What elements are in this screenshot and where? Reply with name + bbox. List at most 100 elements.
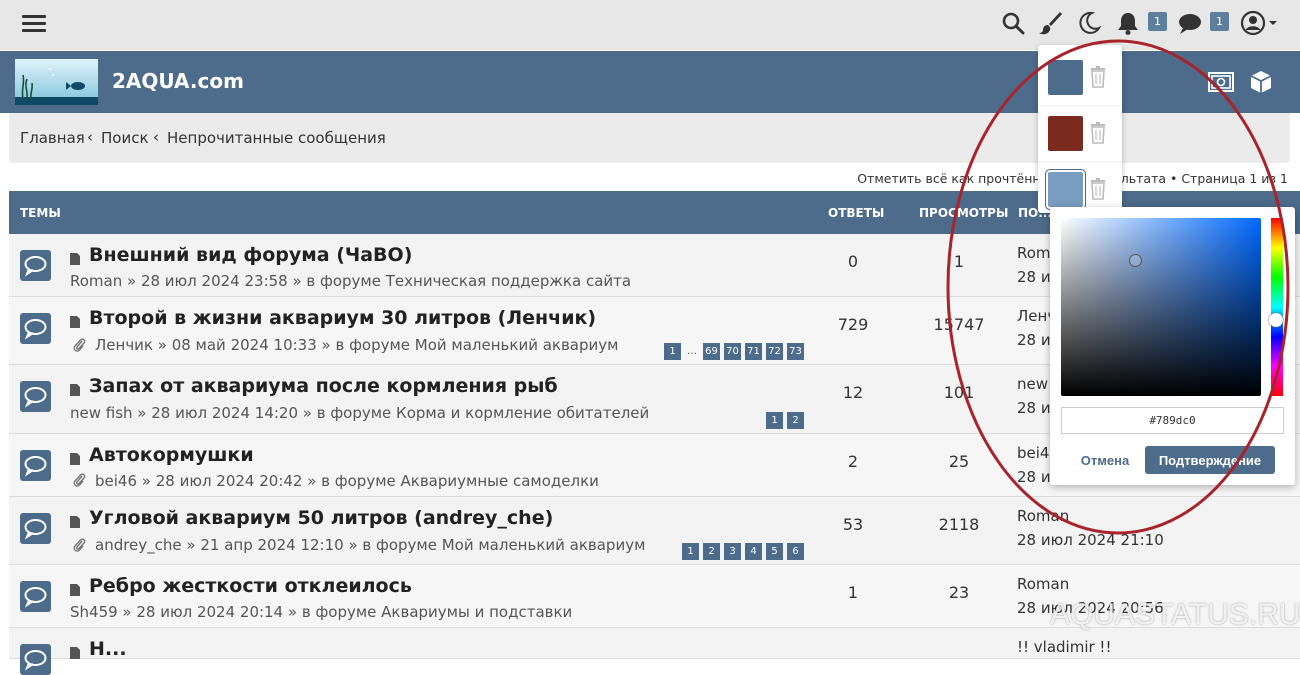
topic-meta[interactable]: Sh459 » 28 июл 2024 20:14 » в форуме Акв… <box>70 603 572 621</box>
header-views: ПРОСМОТРЫ <box>919 206 1009 220</box>
style-dropdown <box>1038 45 1122 213</box>
header-topics: ТЕМЫ <box>20 206 61 220</box>
header-replies: ОТВЕТЫ <box>828 206 885 220</box>
moon-icon[interactable] <box>1076 10 1102 36</box>
replies-count: 0 <box>847 252 859 271</box>
last-post-author[interactable]: Roman <box>1017 575 1069 593</box>
trash-icon[interactable] <box>1088 178 1108 200</box>
topic-title-link[interactable]: Запах от аквариума после кормления рыб <box>89 375 558 397</box>
document-icon <box>70 516 80 528</box>
document-icon <box>70 647 80 659</box>
topic-title-link[interactable]: Угловой аквариум 50 литров (andrey_che) <box>89 507 553 529</box>
replies-count: 1 <box>847 583 859 602</box>
page-link[interactable]: 69 <box>703 343 720 360</box>
site-title[interactable]: 2AQUA.com <box>112 69 244 93</box>
page-link[interactable]: 73 <box>787 343 804 360</box>
search-icon[interactable] <box>1000 10 1026 36</box>
cancel-button[interactable]: Отмена <box>1070 446 1140 474</box>
notifications-badge[interactable]: 1 <box>1148 12 1167 31</box>
page-link[interactable]: 1 <box>664 343 681 360</box>
topic-row: Угловой аквариум 50 литров (andrey_che)a… <box>9 497 1300 565</box>
page-link[interactable]: 3 <box>724 543 741 560</box>
topic-title-link[interactable]: Н... <box>89 638 127 660</box>
replies-count: 2 <box>847 452 859 471</box>
top-bar: 1 1 <box>0 0 1300 50</box>
last-post-author[interactable]: Roman <box>1017 507 1069 525</box>
breadcrumb-home[interactable]: Главная <box>20 129 85 147</box>
topic-meta[interactable]: Roman » 28 июл 2024 23:58 » в форуме Тех… <box>70 272 631 290</box>
topic-title-link[interactable]: Автокормушки <box>89 444 254 466</box>
document-icon <box>70 453 80 465</box>
forum-topic-icon[interactable] <box>20 381 51 412</box>
replies-count: 53 <box>842 515 864 534</box>
topic-title-link[interactable]: Второй в жизни аквариум 30 литров (Ленчи… <box>89 307 596 329</box>
gallery-icon[interactable] <box>1208 69 1234 95</box>
forum-topic-icon[interactable] <box>20 450 51 481</box>
site-logo[interactable] <box>15 59 98 105</box>
page-link[interactable]: 72 <box>766 343 783 360</box>
hue-handle[interactable] <box>1269 313 1283 327</box>
topic-meta[interactable]: Ленчик » 08 май 2024 10:33 » в форуме Мо… <box>95 336 618 354</box>
views-count: 23 <box>948 583 970 602</box>
bell-icon[interactable] <box>1115 10 1141 36</box>
document-icon <box>70 316 80 328</box>
breadcrumb-separator: ‹ <box>87 128 93 146</box>
paperclip-icon <box>73 473 86 487</box>
menu-icon[interactable] <box>22 12 46 36</box>
pagination: 123456 <box>682 543 804 560</box>
views-count: 2118 <box>938 515 980 534</box>
saturation-value-area[interactable] <box>1061 218 1261 396</box>
pagination: 12 <box>766 412 804 429</box>
document-icon <box>70 253 80 265</box>
breadcrumb-search[interactable]: Поиск <box>101 129 149 147</box>
trash-icon[interactable] <box>1088 66 1108 88</box>
confirm-button[interactable]: Подтверждение <box>1145 446 1275 474</box>
last-post-date[interactable]: 28 июл 2024 21:10 <box>1017 531 1164 549</box>
page-link[interactable]: 4 <box>745 543 762 560</box>
page-link[interactable]: 1 <box>682 543 699 560</box>
swatch-divider <box>1038 105 1122 106</box>
replies-count: 729 <box>837 315 869 334</box>
forum-topic-icon[interactable] <box>20 581 51 612</box>
swatch-divider <box>1038 161 1122 162</box>
page-link[interactable]: 6 <box>787 543 804 560</box>
paintbrush-icon[interactable] <box>1037 10 1063 36</box>
topic-title-link[interactable]: Ребро жесткости отклеилось <box>89 575 412 597</box>
forum-topic-icon[interactable] <box>20 313 51 344</box>
topic-meta[interactable]: new fish » 28 июл 2024 14:20 » в форуме … <box>70 404 649 422</box>
theme-swatch-light-blue[interactable] <box>1048 172 1083 207</box>
breadcrumb-unread[interactable]: Непрочитанные сообщения <box>167 129 386 147</box>
last-post-author[interactable]: !! vladimir !! <box>1017 638 1111 656</box>
views-count: 101 <box>943 383 975 402</box>
trash-icon[interactable] <box>1088 122 1108 144</box>
breadcrumb-separator: ‹ <box>153 128 159 146</box>
page-link[interactable]: 70 <box>724 343 741 360</box>
page-link[interactable]: 2 <box>703 543 720 560</box>
forum-topic-icon[interactable] <box>20 513 51 544</box>
picker-handle[interactable] <box>1129 254 1142 267</box>
chat-bubble-icon[interactable] <box>1177 10 1203 36</box>
cube-icon[interactable] <box>1248 69 1274 95</box>
hex-input[interactable] <box>1061 407 1284 434</box>
page-link[interactable]: 2 <box>787 412 804 429</box>
replies-count: 12 <box>842 383 864 402</box>
views-count: 1 <box>953 252 965 271</box>
color-picker: Отмена Подтверждение <box>1050 207 1295 485</box>
topic-title-link[interactable]: Внешний вид форума (ЧаВО) <box>89 244 412 266</box>
page-link[interactable]: 5 <box>766 543 783 560</box>
pagination-ellipsis: … <box>687 346 697 357</box>
forum-topic-icon[interactable] <box>20 644 51 675</box>
theme-swatch-slate-blue[interactable] <box>1048 60 1083 95</box>
messages-badge[interactable]: 1 <box>1210 12 1229 31</box>
views-count: 15747 <box>933 315 985 334</box>
forum-topic-icon[interactable] <box>20 250 51 281</box>
document-icon <box>70 384 80 396</box>
page-link[interactable]: 1 <box>766 412 783 429</box>
theme-swatch-brown-red[interactable] <box>1048 116 1083 151</box>
user-account-icon[interactable] <box>1240 10 1280 36</box>
topic-meta[interactable]: andrey_che » 21 апр 2024 12:10 » в форум… <box>95 536 645 554</box>
topic-meta[interactable]: bei46 » 28 июл 2024 20:42 » в форуме Акв… <box>95 472 599 490</box>
topic-row: Н... !! vladimir !! <box>9 628 1300 675</box>
page-link[interactable]: 71 <box>745 343 762 360</box>
hue-slider[interactable] <box>1271 218 1283 396</box>
